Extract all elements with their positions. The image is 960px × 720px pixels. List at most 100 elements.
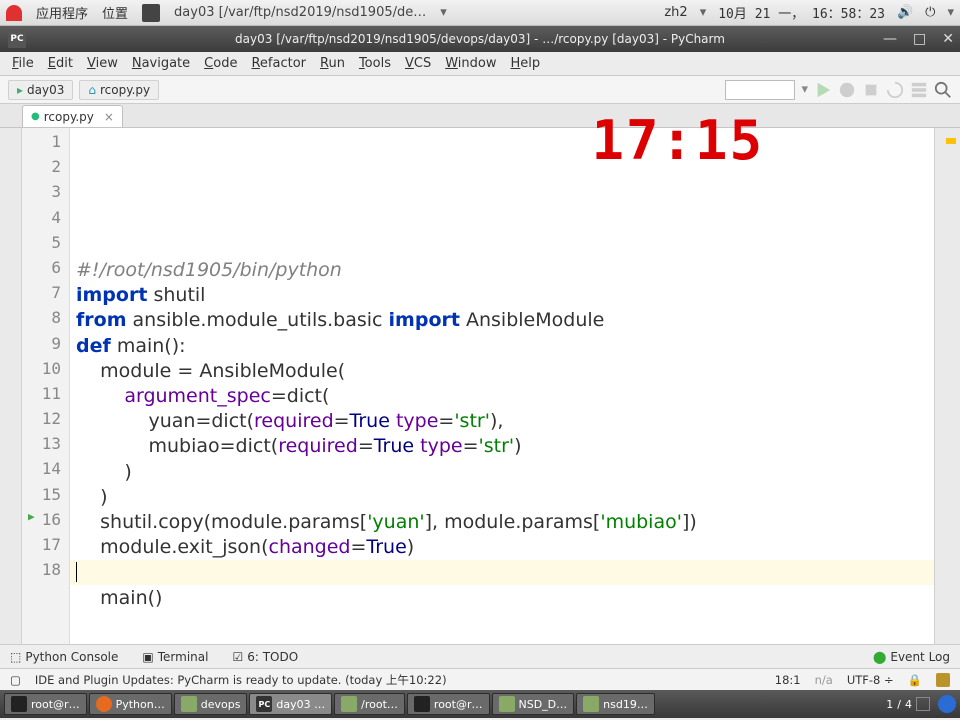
- fold-icon: [181, 696, 197, 712]
- menu-edit[interactable]: Edit: [42, 54, 79, 73]
- menu-view[interactable]: View: [81, 54, 124, 73]
- right-tool-strip[interactable]: [934, 128, 960, 644]
- places-menu[interactable]: 位置: [102, 3, 128, 22]
- search-icon[interactable]: [934, 81, 952, 99]
- hector-icon[interactable]: [936, 673, 950, 687]
- status-message[interactable]: IDE and Plugin Updates: PyCharm is ready…: [35, 672, 447, 688]
- power-icon[interactable]: ⏻: [925, 5, 935, 20]
- menu-tools[interactable]: Tools: [353, 54, 397, 73]
- taskbar-item-label: NSD_D…: [519, 698, 568, 711]
- taskbar-item-label: root@r…: [31, 698, 80, 711]
- taskbar-item[interactable]: root@r…: [4, 693, 87, 715]
- code-line[interactable]: mubiao=dict(required=True type='str'): [76, 434, 928, 459]
- taskbar-item[interactable]: nsd19…: [576, 693, 655, 715]
- close-button[interactable]: ✕: [942, 31, 954, 47]
- tab-rcopy[interactable]: ● rcopy.py ×: [22, 105, 123, 127]
- code-line[interactable]: def main():: [76, 334, 928, 359]
- pycharm-tray-icon[interactable]: [142, 4, 160, 22]
- code-line[interactable]: argument_spec=dict(: [76, 384, 928, 409]
- menu-file[interactable]: File: [6, 54, 40, 73]
- distro-icon: [6, 5, 22, 21]
- pycharm-icon: PC: [8, 30, 26, 48]
- code-editor[interactable]: 17:15 #!/root/nsd1905/bin/pythonimport s…: [70, 128, 934, 644]
- taskbar-item-label: Python…: [116, 698, 165, 711]
- ime-indicator[interactable]: zh2: [664, 5, 687, 20]
- code-line[interactable]: import shutil: [76, 283, 928, 308]
- apps-menu[interactable]: 应用程序: [36, 3, 88, 22]
- caret-position[interactable]: 18:1: [775, 673, 801, 687]
- status-icon: ▢: [10, 673, 21, 687]
- taskbar-item-label: day03 …: [276, 698, 325, 711]
- bottom-tool-tabs: ⬚Python Console ▣Terminal ☑6: TODO ⬤Even…: [0, 644, 960, 668]
- system-clock[interactable]: 10月 21 一， 16：58：23: [718, 3, 885, 22]
- debug-button-icon[interactable]: [838, 81, 856, 99]
- code-line[interactable]: module = AnsibleModule(: [76, 359, 928, 384]
- code-line[interactable]: from ansible.module_utils.basic import A…: [76, 308, 928, 333]
- status-bar: ▢ IDE and Plugin Updates: PyCharm is rea…: [0, 668, 960, 690]
- main-menu: FileEditViewNavigateCodeRefactorRunTools…: [0, 52, 960, 76]
- current-line-highlight: [70, 560, 934, 585]
- menu-vcs[interactable]: VCS: [399, 54, 437, 73]
- minimize-button[interactable]: —: [883, 31, 897, 47]
- menu-navigate[interactable]: Navigate: [126, 54, 196, 73]
- taskbar-item-label: nsd19…: [603, 698, 648, 711]
- left-tool-strip[interactable]: [0, 128, 22, 644]
- todo-tab[interactable]: ☑6: TODO: [232, 650, 298, 664]
- maximize-button[interactable]: □: [913, 31, 926, 47]
- line-sep[interactable]: n/a: [815, 673, 833, 687]
- taskbar-item[interactable]: root@r…: [407, 693, 490, 715]
- window-titlebar: PC day03 [/var/ftp/nsd2019/nsd1905/devop…: [0, 26, 960, 52]
- taskbar-item[interactable]: NSD_D…: [492, 693, 575, 715]
- taskbar-item-label: /root…: [361, 698, 398, 711]
- lock-icon[interactable]: 🔒: [908, 673, 922, 687]
- breadcrumb-folder[interactable]: ▸day03: [8, 80, 73, 100]
- taskbar-item[interactable]: devops: [174, 693, 248, 715]
- inspection-mark[interactable]: [946, 138, 956, 144]
- active-window-hint: day03 [/var/ftp/nsd2019/nsd1905/de…: [174, 5, 426, 20]
- editor-tabs: ● rcopy.py ×: [0, 104, 960, 128]
- menu-run[interactable]: Run: [314, 54, 351, 73]
- structure-button-icon[interactable]: [910, 81, 928, 99]
- breadcrumb-file[interactable]: ⌂rcopy.py: [79, 80, 159, 100]
- menu-refactor[interactable]: Refactor: [245, 54, 312, 73]
- system-panel: 应用程序 位置 day03 [/var/ftp/nsd2019/nsd1905/…: [0, 0, 960, 26]
- code-line[interactable]: main(): [76, 586, 928, 611]
- menu-help[interactable]: Help: [505, 54, 547, 73]
- file-encoding[interactable]: UTF-8 ÷: [847, 673, 894, 687]
- code-line[interactable]: ): [76, 485, 928, 510]
- taskbar-item-label: devops: [201, 698, 241, 711]
- run-button-icon[interactable]: [814, 81, 832, 99]
- code-line[interactable]: #!/root/nsd1905/bin/python: [76, 258, 928, 283]
- code-line[interactable]: module.exit_json(changed=True): [76, 535, 928, 560]
- ff-icon: [96, 696, 112, 712]
- volume-icon[interactable]: 🔊: [897, 5, 913, 20]
- taskbar-item[interactable]: PCday03 …: [249, 693, 332, 715]
- stop-button-icon[interactable]: [862, 81, 880, 99]
- taskbar-item[interactable]: Python…: [89, 693, 172, 715]
- taskbar-item[interactable]: /root…: [334, 693, 405, 715]
- fold-icon: [341, 696, 357, 712]
- update-button-icon[interactable]: [886, 81, 904, 99]
- python-file-icon: ●: [31, 111, 40, 122]
- python-console-tab[interactable]: ⬚Python Console: [10, 650, 118, 664]
- code-line[interactable]: shutil.copy(module.params['yuan'], modul…: [76, 510, 928, 535]
- fold-icon: [499, 696, 515, 712]
- system-taskbar: root@r… Python… devops PCday03 … /root… root@…: [0, 690, 960, 718]
- overlay-clock: 17:15: [591, 128, 764, 153]
- workspace-pager[interactable]: 1/4: [886, 697, 930, 711]
- menu-window[interactable]: Window: [439, 54, 502, 73]
- code-line[interactable]: yuan=dict(required=True type='str'),: [76, 409, 928, 434]
- term-icon: [414, 696, 430, 712]
- tab-close-icon[interactable]: ×: [98, 110, 114, 124]
- fold-icon: [583, 696, 599, 712]
- run-config-dropdown[interactable]: [725, 80, 795, 100]
- navigation-toolbar: ▸day03 ⌂rcopy.py ▾: [0, 76, 960, 104]
- event-log-tab[interactable]: ⬤Event Log: [873, 650, 950, 664]
- notification-icon[interactable]: [938, 695, 956, 713]
- text-caret: [76, 562, 77, 582]
- menu-code[interactable]: Code: [198, 54, 243, 73]
- code-line[interactable]: ): [76, 460, 928, 485]
- window-title: day03 [/var/ftp/nsd2019/nsd1905/devops/d…: [235, 32, 725, 46]
- line-gutter[interactable]: 123456789101112131415161718: [22, 128, 70, 644]
- terminal-tab[interactable]: ▣Terminal: [142, 650, 208, 664]
